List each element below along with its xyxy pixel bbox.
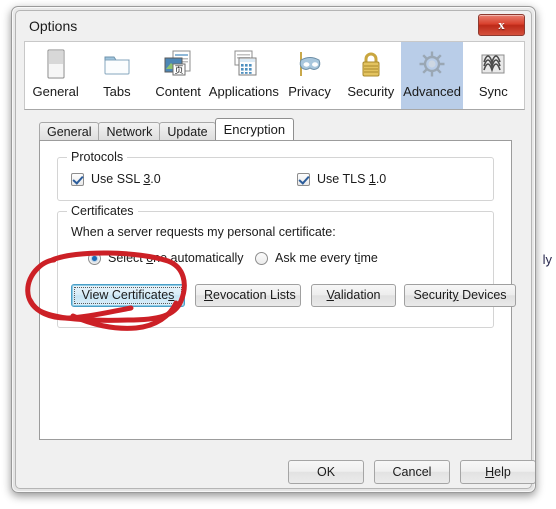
tab-network[interactable]: Network — [98, 122, 161, 140]
toolbar-label: Content — [155, 84, 201, 99]
toolbar-item-sync[interactable]: Sync — [463, 42, 524, 109]
button-label: Validation — [326, 288, 381, 302]
sync-knot-icon — [476, 47, 510, 81]
toolbar-item-privacy[interactable]: Privacy — [279, 42, 340, 109]
toolbar-item-general[interactable]: General — [25, 42, 86, 109]
dialog-inner-frame: Options x General Tabs 页 Content Applica… — [15, 10, 535, 489]
close-button[interactable]: x — [478, 14, 525, 36]
checkbox-label: Use SSL 3.0 — [91, 172, 161, 186]
checkbox-box — [71, 172, 84, 186]
window-title: Options — [29, 18, 78, 34]
view-certificates-button[interactable]: View Certificates — [71, 284, 185, 307]
ok-button[interactable]: OK — [288, 460, 364, 484]
toolbar-item-security[interactable]: Security — [340, 42, 401, 109]
toolbar-item-advanced[interactable]: Advanced — [401, 42, 463, 109]
tabstrip: General Network Update Encryption — [39, 118, 295, 140]
radio-label: Ask me every time — [275, 251, 378, 265]
certificates-groupbox: Certificates When a server requests my p… — [57, 204, 494, 328]
certificates-group-title: Certificates — [67, 204, 138, 218]
protocols-groupbox: Protocols Use SSL 3.0 Use TLS 1.0 — [57, 150, 494, 201]
checkbox-box — [297, 172, 310, 186]
revocation-lists-button[interactable]: Revocation Lists — [195, 284, 301, 307]
security-devices-button[interactable]: Security Devices — [404, 284, 516, 307]
screen: ly Options x General Tabs 页 Content Appl… — [0, 0, 556, 509]
radio-select-one-automatically[interactable]: Select one automatically — [88, 251, 244, 265]
options-dialog: Options x General Tabs 页 Content Applica… — [11, 6, 536, 493]
checkbox-label: Use TLS 1.0 — [317, 172, 387, 186]
button-label: Help — [485, 465, 511, 479]
toolbar-label: Sync — [478, 84, 508, 99]
security-lock-icon — [354, 47, 388, 81]
button-label: View Certificates — [81, 288, 175, 302]
applications-icon — [227, 47, 261, 81]
toolbar-item-tabs[interactable]: Tabs — [86, 42, 147, 109]
toolbar-label: Tabs — [103, 84, 131, 99]
radio-ask-me-every-time[interactable]: Ask me every time — [255, 251, 378, 265]
toolbar-label: Applications — [208, 84, 279, 99]
advanced-gear-icon — [415, 47, 449, 81]
tab-update[interactable]: Update — [159, 122, 216, 140]
toolbar-label: Security — [347, 84, 395, 99]
titlebar: Options x — [16, 11, 531, 42]
encryption-panel: Protocols Use SSL 3.0 Use TLS 1.0 Certif… — [39, 140, 516, 440]
toolbar-item-content[interactable]: 页 Content — [148, 42, 209, 109]
button-label: Revocation Lists — [204, 288, 296, 302]
background-text-fragment: ly — [542, 252, 552, 267]
toolbar-label: General — [32, 84, 79, 99]
checkbox-use-tls1[interactable]: Use TLS 1.0 — [297, 172, 386, 186]
toolbar-label: Advanced — [403, 84, 461, 99]
validation-button[interactable]: Validation — [311, 284, 396, 307]
radio-dot — [255, 251, 268, 265]
tab-general[interactable]: General — [39, 122, 100, 140]
certificates-prompt: When a server requests my personal certi… — [71, 225, 336, 239]
button-label: Security Devices — [413, 288, 507, 302]
content-page-icon: 页 — [161, 47, 195, 81]
close-icon: x — [498, 17, 505, 32]
tab-encryption[interactable]: Encryption — [214, 118, 295, 140]
radio-label: Select one automatically — [108, 251, 244, 265]
help-button[interactable]: Help — [460, 460, 535, 484]
checkbox-use-ssl3[interactable]: Use SSL 3.0 — [71, 172, 161, 186]
privacy-mask-icon — [293, 47, 327, 81]
category-toolbar: General Tabs 页 Content Applications Priv… — [24, 41, 525, 110]
svg-text:页: 页 — [175, 65, 184, 75]
protocols-group-title: Protocols — [67, 150, 128, 164]
toolbar-label: Privacy — [288, 84, 331, 99]
toolbar-item-applications[interactable]: Applications — [209, 42, 279, 109]
radio-dot — [88, 251, 101, 265]
cancel-button[interactable]: Cancel — [374, 460, 450, 484]
tabs-folder-icon — [100, 47, 134, 81]
general-icon — [39, 47, 73, 81]
